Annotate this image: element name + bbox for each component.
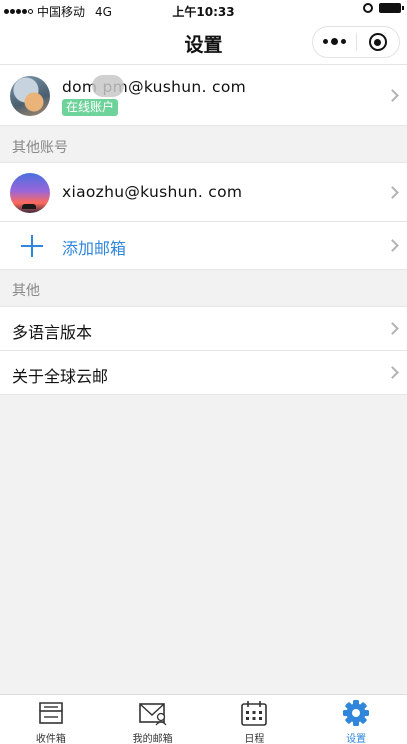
section-title-other: 其他 xyxy=(12,283,40,299)
tab-settings[interactable]: 设置 xyxy=(305,695,407,744)
battery-icon xyxy=(379,3,404,13)
chevron-right-icon xyxy=(386,89,399,102)
alarm-icon xyxy=(363,3,373,13)
avatar xyxy=(10,173,50,213)
tab-label: 我的邮箱 xyxy=(132,734,173,744)
tab-bar: 收件箱 我的邮箱 日程 设置 xyxy=(0,694,407,744)
calendar-icon xyxy=(241,701,268,726)
plus-icon xyxy=(21,235,43,257)
section-title-other-accounts: 其他账号 xyxy=(12,140,68,156)
mailbox-icon xyxy=(138,703,167,726)
language-version-row[interactable]: 多语言版本 xyxy=(0,306,407,351)
mini-program-capsule xyxy=(312,26,400,58)
other-account-row[interactable]: xiaozhu@kushun. com xyxy=(0,162,407,222)
online-account-badge: 在线账户 xyxy=(62,99,119,116)
chevron-right-icon xyxy=(386,366,399,379)
tab-calendar[interactable]: 日程 xyxy=(204,695,306,744)
status-time: 上午10:33 xyxy=(172,5,235,19)
row-label: 关于全球云邮 xyxy=(12,367,109,386)
account-email: xiaozhu@kushun. com xyxy=(62,183,243,201)
current-account-row[interactable]: dom pm@kushun. com 在线账户 xyxy=(0,64,407,126)
chevron-right-icon xyxy=(386,239,399,252)
avatar xyxy=(10,76,50,116)
tab-label: 设置 xyxy=(346,734,367,744)
gear-icon xyxy=(343,700,370,726)
chevron-right-icon xyxy=(386,186,399,199)
tab-my-mailbox[interactable]: 我的邮箱 xyxy=(102,695,204,744)
tab-label: 收件箱 xyxy=(35,734,66,744)
chevron-right-icon xyxy=(386,322,399,335)
status-bar: 中国移动 4G 上午10:33 xyxy=(0,0,407,20)
email-redaction xyxy=(92,75,124,97)
row-label: 多语言版本 xyxy=(12,323,93,342)
nav-bar: 设置 xyxy=(0,20,407,64)
tab-inbox[interactable]: 收件箱 xyxy=(0,695,102,744)
close-mini-program-button[interactable] xyxy=(357,33,399,51)
tab-label: 日程 xyxy=(244,734,265,744)
inbox-icon xyxy=(39,702,63,724)
about-row[interactable]: 关于全球云邮 xyxy=(0,351,407,395)
add-mailbox-row[interactable]: 添加邮箱 xyxy=(0,222,407,270)
status-right xyxy=(363,3,404,13)
account-email: dom pm@kushun. com xyxy=(62,78,247,96)
add-mailbox-label: 添加邮箱 xyxy=(62,239,127,258)
more-menu-button[interactable] xyxy=(313,38,356,45)
target-icon xyxy=(368,33,387,51)
